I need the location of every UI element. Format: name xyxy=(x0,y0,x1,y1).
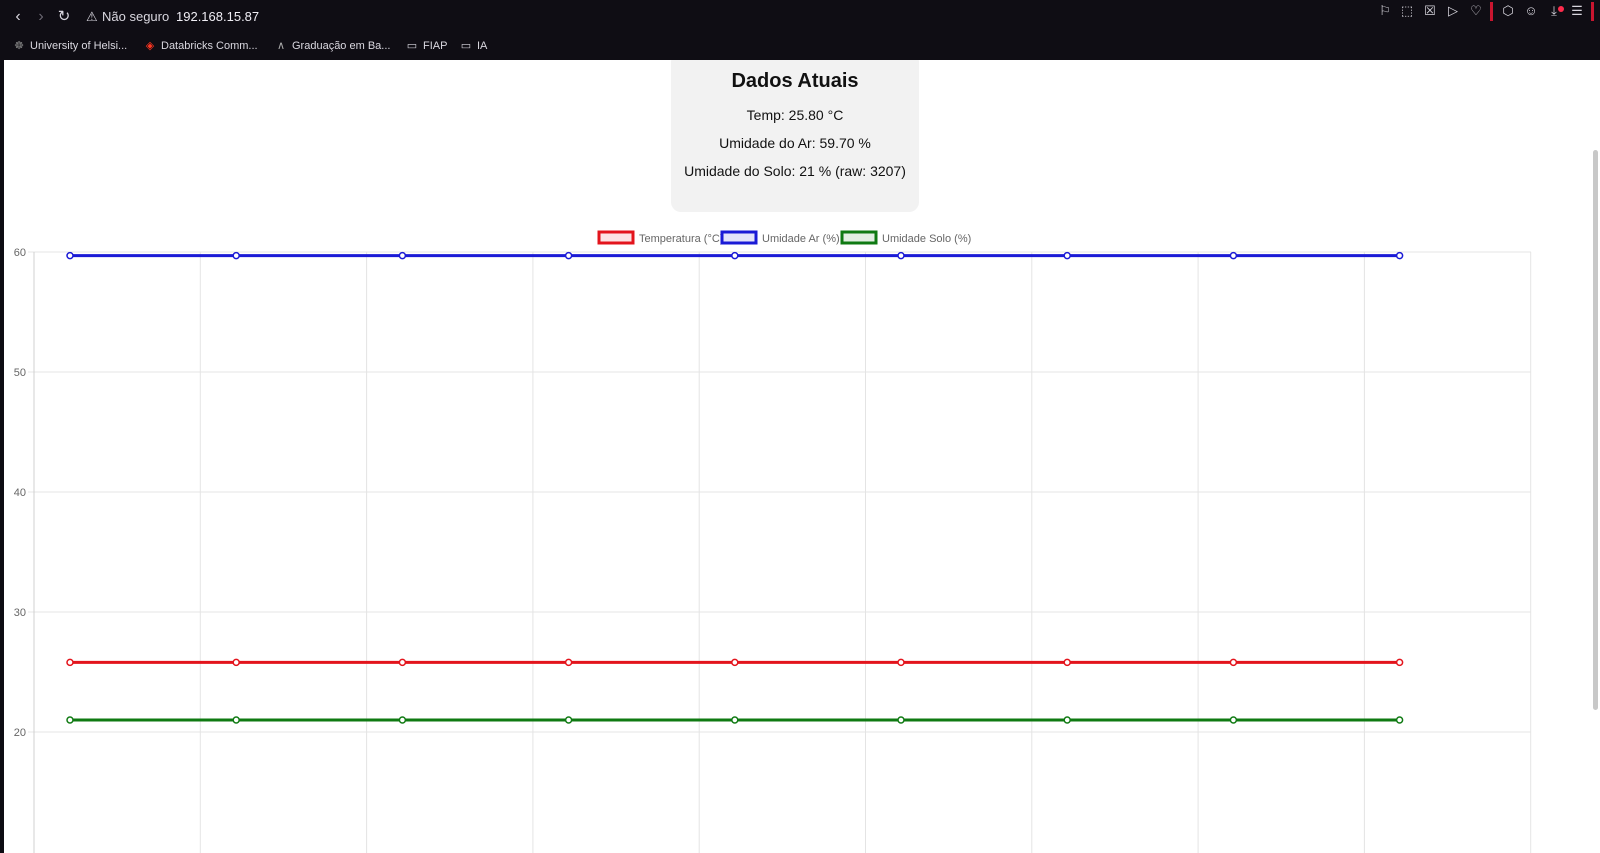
shield-icon[interactable]: ☒ xyxy=(1420,0,1440,22)
bookmark-university[interactable]: ☸ University of Helsi... xyxy=(12,37,127,55)
university-icon: ☸ xyxy=(14,40,24,52)
data-point xyxy=(897,251,905,260)
sensor-line-chart: 60 50 40 30 20 Temperatura (°C) Umidade Ar (%)… xyxy=(14,230,1532,853)
data-point xyxy=(1229,716,1238,724)
scrollbar-thumb[interactable] xyxy=(1593,150,1598,710)
data-point xyxy=(731,716,739,724)
data-point xyxy=(398,716,407,724)
soil-humidity-reading: Umidade do Solo: 21 % (raw: 3207) xyxy=(684,163,906,179)
security-label: Não seguro xyxy=(102,9,170,24)
bookmark-databricks[interactable]: ◈ Databricks Comm... xyxy=(143,37,258,55)
menu-icon[interactable]: ☰ xyxy=(1567,0,1587,22)
legend-label: Umidade Solo (%) xyxy=(882,233,971,245)
databricks-icon: ◈ xyxy=(145,40,155,52)
vertical-scrollbar[interactable] xyxy=(1591,60,1600,853)
data-point xyxy=(232,658,240,667)
data-point xyxy=(564,658,573,667)
folder-icon: ▭ xyxy=(406,40,418,52)
data-point xyxy=(1229,658,1238,667)
bookmark-graduacao[interactable]: ∧ Graduação em Ba... xyxy=(274,37,390,55)
security-indicator[interactable]: ⚠ Não seguro xyxy=(86,9,169,25)
data-point xyxy=(66,251,74,260)
browser-chrome: ‹ › ↻ ⚠ Não seguro 192.168.15.87 ⚐ ⬚ ☒ ▷ … xyxy=(0,0,1600,60)
data-point xyxy=(731,658,739,667)
y-tick-label: 30 xyxy=(14,607,26,619)
legend-swatch xyxy=(597,230,635,245)
data-point xyxy=(232,716,240,724)
data-point xyxy=(1395,716,1404,724)
profile-icon[interactable]: ☺ xyxy=(1521,0,1541,22)
y-tick-label: 60 xyxy=(14,247,26,259)
y-tick-label: 20 xyxy=(14,727,26,739)
data-point xyxy=(398,251,407,260)
legend-label: Umidade Ar (%) xyxy=(762,233,840,245)
legend-swatch xyxy=(720,230,758,245)
data-point xyxy=(232,251,240,260)
reload-icon[interactable]: ↻ xyxy=(54,7,74,27)
bookmarks-bar: ☸ University of Helsi... ◈ Databricks Comm… xyxy=(0,34,1600,58)
pin-icon[interactable]: ⚐ xyxy=(1375,0,1395,22)
forward-icon[interactable]: › xyxy=(31,7,51,27)
current-data-card: Dados Atuais Temp: 25.80 °C Umidade do A… xyxy=(671,60,919,212)
folder-icon: ▭ xyxy=(460,40,472,52)
extensions-icon[interactable]: ⬡ xyxy=(1498,0,1518,22)
data-point xyxy=(897,658,905,667)
play-icon[interactable]: ▷ xyxy=(1443,0,1463,22)
data-point xyxy=(66,658,74,667)
data-point xyxy=(1395,658,1404,667)
notification-dot xyxy=(1558,6,1564,12)
data-point xyxy=(731,251,739,260)
air-humidity-reading: Umidade do Ar: 59.70 % xyxy=(719,135,871,151)
data-point xyxy=(66,716,74,724)
data-point xyxy=(564,251,573,260)
heart-icon[interactable]: ♡ xyxy=(1466,0,1486,22)
bookmark-fiap[interactable]: ▭ FIAP xyxy=(405,37,448,55)
data-point xyxy=(564,716,573,724)
data-point xyxy=(1063,251,1071,260)
temp-reading: Temp: 25.80 °C xyxy=(746,107,844,123)
divider-bar-right xyxy=(1591,2,1594,21)
page-content: Dados Atuais Temp: 25.80 °C Umidade do A… xyxy=(4,60,1591,853)
data-point xyxy=(1229,251,1238,260)
bookmark-ia[interactable]: ▭ IA xyxy=(459,37,488,55)
y-tick-label: 50 xyxy=(14,367,26,379)
card-title: Dados Atuais xyxy=(731,70,859,92)
legend-swatch xyxy=(840,230,878,245)
screenshot-icon[interactable]: ⬚ xyxy=(1397,0,1417,22)
data-point xyxy=(398,658,407,667)
back-icon[interactable]: ‹ xyxy=(8,7,28,27)
data-point xyxy=(1063,716,1071,724)
data-point xyxy=(897,716,905,724)
divider-bar xyxy=(1490,2,1493,21)
data-point xyxy=(1063,658,1071,667)
y-tick-label: 40 xyxy=(14,487,26,499)
graduation-icon: ∧ xyxy=(276,40,286,52)
navigation-bar: ‹ › ↻ ⚠ Não seguro 192.168.15.87 ⚐ ⬚ ☒ ▷ … xyxy=(0,0,1600,34)
legend-label: Temperatura (°C) xyxy=(639,233,723,245)
address-bar[interactable]: 192.168.15.87 xyxy=(176,9,259,25)
warning-icon: ⚠ xyxy=(86,9,98,24)
data-point xyxy=(1395,251,1404,260)
